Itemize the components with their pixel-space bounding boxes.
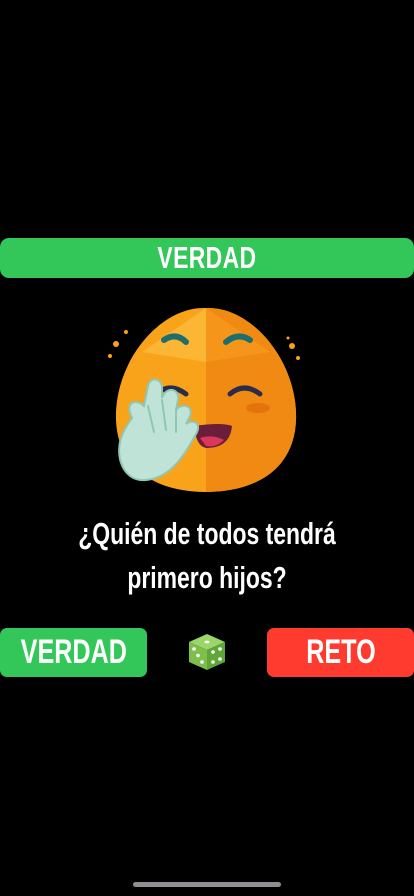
question-line-1: ¿Quién de todos tendrá [78,516,336,551]
truth-button[interactable]: VERDAD [0,628,147,677]
mode-banner-label: VERDAD [157,240,257,275]
dare-button-label: RETO [305,633,376,671]
yawning-face-emoji-icon [102,302,310,498]
question-text: ¿Quién de todos tendrá primero hijos? [0,512,414,600]
question-line-2: primero hijos? [127,560,287,595]
dice-icon[interactable] [186,632,228,672]
home-indicator[interactable] [133,882,281,887]
dare-button[interactable]: RETO [267,628,414,677]
mode-banner: VERDAD [0,238,414,278]
truth-button-label: VERDAD [20,633,127,671]
